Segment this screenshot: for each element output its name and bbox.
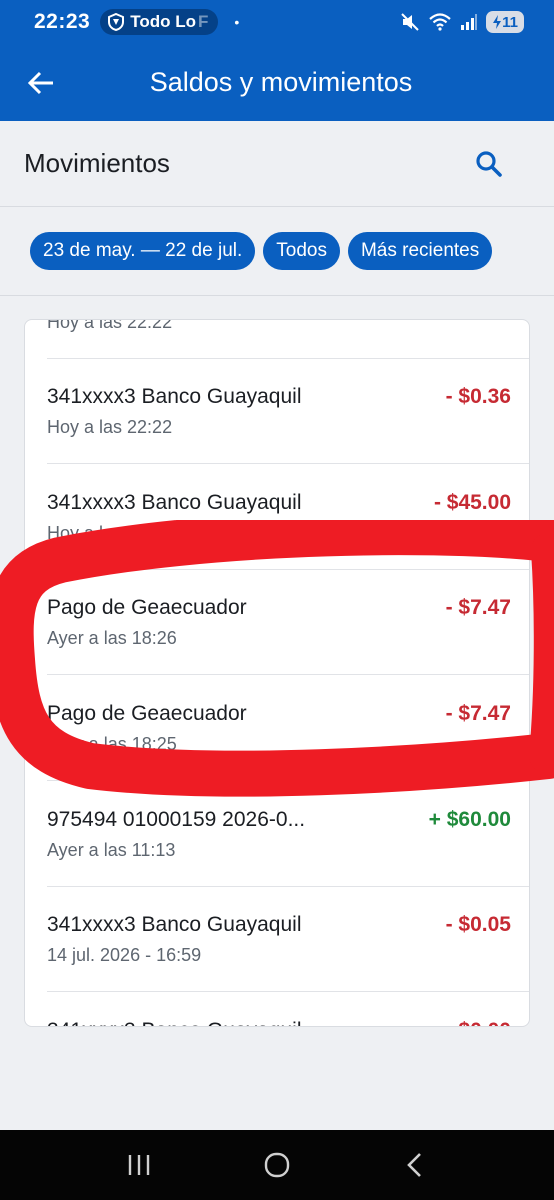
transaction-date: 14 jul. 2026 - 16:59 <box>47 945 202 965</box>
transaction-date: Hoy a las 22:22 <box>47 417 173 437</box>
status-icons: 11 <box>400 11 524 33</box>
filter-sort[interactable]: Más recientes <box>347 232 493 270</box>
filter-date-range[interactable]: 23 de may. — 22 de jul. <box>30 232 256 270</box>
list-item[interactable]: 341xxxx3 Banco Guayaquil Hoy a las 22:22… <box>47 359 529 464</box>
transaction-description: Pago de Geaecuador <box>47 702 247 725</box>
transaction-amount: + $60.00 <box>428 808 511 831</box>
transaction-date: Ayer a las 11:13 <box>47 840 176 860</box>
status-time: 22:23 <box>34 10 91 33</box>
recents-button[interactable] <box>119 1145 159 1185</box>
home-button[interactable] <box>257 1145 297 1185</box>
section-title: Movimientos <box>24 148 170 178</box>
status-bar: 22:23 Todo Lo F • 11 <box>0 0 554 44</box>
transaction-amount: - $7.47 <box>445 596 511 619</box>
transaction-description: 341xxxx3 Banco Guayaquil <box>47 913 302 936</box>
list-item[interactable]: 975494 01000159 2026-0... Ayer a las 11:… <box>47 782 529 887</box>
transaction-date: Hoy a las 22:22 <box>47 523 173 543</box>
transaction-amount: - $7.47 <box>445 702 511 725</box>
notification-app-name: Todo Lo <box>130 12 196 31</box>
transactions-list[interactable]: Hoy a las 22:22 341xxxx3 Banco Guayaquil… <box>24 319 530 1027</box>
transaction-date: Ayer a las 18:25 <box>47 734 177 754</box>
list-item[interactable]: Pago de Geaecuador Ayer a las 18:26 - $7… <box>47 570 529 675</box>
transaction-description: 341xxxx3 Banco Guayaquil <box>47 491 302 514</box>
wifi-icon <box>429 13 451 31</box>
shield-icon <box>108 13 125 31</box>
list-item[interactable]: 341xxxx3 Banco Guayaquil 14 jul. 2026 - … <box>47 887 529 992</box>
transaction-description: Pago de Geaecuador <box>47 596 247 619</box>
transaction-date: Hoy a las 22:22 <box>47 319 173 332</box>
filter-type[interactable]: Todos <box>263 232 340 270</box>
signal-icon <box>461 14 477 30</box>
transaction-amount: - $0.00 <box>446 1019 511 1026</box>
charging-icon <box>493 15 502 29</box>
search-icon <box>476 150 502 177</box>
app-bar: Saldos y movimientos <box>0 44 554 121</box>
filter-chips: 23 de may. — 22 de jul. Todos Más recien… <box>0 207 554 296</box>
transaction-amount: - $0.36 <box>445 385 511 408</box>
battery-indicator: 11 <box>486 11 524 33</box>
transaction-description: 341xxxx3 Banco Guayaquil <box>47 1019 302 1026</box>
transaction-description: 341xxxx3 Banco Guayaquil <box>47 385 302 408</box>
battery-level: 11 <box>502 13 518 31</box>
notification-app-fade: F <box>198 12 209 31</box>
mute-icon <box>401 13 419 31</box>
list-item[interactable]: 341xxxx3 Banco Guayaquil Hoy a las 22:22… <box>47 465 529 570</box>
section-header: Movimientos <box>0 121 554 207</box>
back-button[interactable] <box>24 66 58 100</box>
transaction-description: 975494 01000159 2026-0... <box>47 808 306 831</box>
notification-pill: Todo Lo F <box>100 9 219 35</box>
chevron-left-icon <box>407 1153 421 1177</box>
home-icon <box>264 1152 290 1178</box>
transaction-date: Ayer a las 18:26 <box>47 628 177 648</box>
transaction-amount: - $45.00 <box>433 491 511 514</box>
list-item[interactable]: 341xxxx3 Banco Guayaquil - $0.00 <box>47 993 529 1026</box>
list-item[interactable]: Hoy a las 22:22 <box>47 319 529 359</box>
search-button[interactable] <box>474 149 504 179</box>
arrow-left-icon <box>27 71 53 95</box>
recents-icon <box>128 1155 150 1175</box>
page-title: Saldos y movimientos <box>149 67 413 97</box>
back-nav-button[interactable] <box>395 1145 435 1185</box>
notification-dot: • <box>234 14 240 30</box>
system-nav-bar <box>0 1130 554 1200</box>
list-item[interactable]: Pago de Geaecuador Ayer a las 18:25 - $7… <box>47 676 529 781</box>
transaction-amount: - $0.05 <box>445 913 511 936</box>
